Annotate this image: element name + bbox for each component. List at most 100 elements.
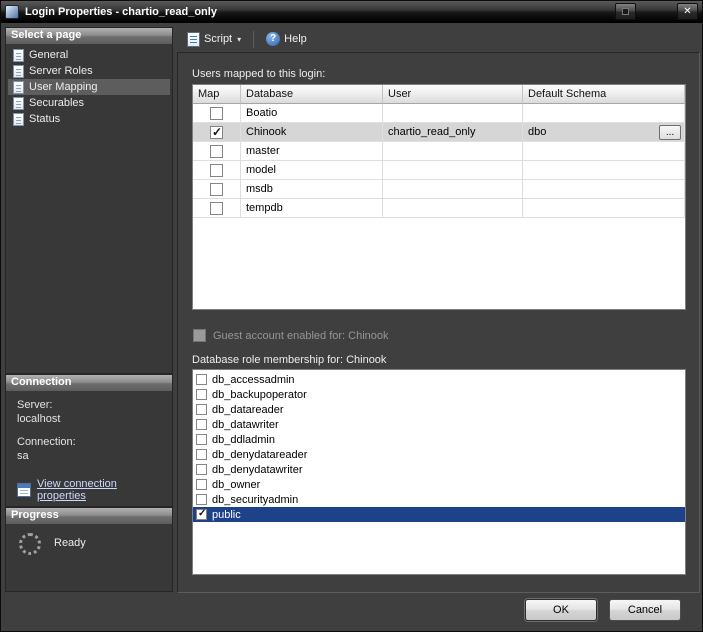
sidebar-item-label: Status xyxy=(29,113,60,125)
schema-cell xyxy=(523,142,685,160)
users-mapped-table: Map Database User Default Schema Boatio … xyxy=(192,84,686,310)
role-item-db-backupoperator[interactable]: db_backupoperator xyxy=(193,387,685,402)
schema-cell xyxy=(523,180,685,198)
table-row-msdb[interactable]: msdb xyxy=(193,180,685,199)
map-checkbox[interactable] xyxy=(210,202,223,215)
select-a-page-header: Select a page xyxy=(6,28,172,44)
close-button[interactable]: ✕ xyxy=(677,3,698,20)
user-cell[interactable]: chartio_read_only xyxy=(383,123,523,141)
toolbar-separator xyxy=(253,31,254,48)
role-checkbox[interactable] xyxy=(196,479,207,490)
role-item-db-datareader[interactable]: db_datareader xyxy=(193,402,685,417)
users-mapped-label: Users mapped to this login: xyxy=(192,68,325,80)
table-row-chinook[interactable]: Chinook chartio_read_only dbo ... xyxy=(193,123,685,142)
user-mapping-page-icon xyxy=(13,81,24,94)
column-header-default-schema: Default Schema xyxy=(523,85,685,104)
guest-account-label: Guest account enabled for: Chinook xyxy=(213,330,389,342)
role-item-public[interactable]: public xyxy=(193,507,685,522)
user-cell xyxy=(383,104,523,122)
role-label: db_denydatawriter xyxy=(212,464,303,476)
role-item-db-securityadmin[interactable]: db_securityadmin xyxy=(193,492,685,507)
database-cell: Boatio xyxy=(241,104,383,122)
role-checkbox[interactable] xyxy=(196,434,207,445)
server-label: Server: xyxy=(17,398,161,412)
securables-page-icon xyxy=(13,97,24,110)
map-checkbox[interactable] xyxy=(210,183,223,196)
role-item-db-owner[interactable]: db_owner xyxy=(193,477,685,492)
database-cell: master xyxy=(241,142,383,160)
role-item-db-denydatawriter[interactable]: db_denydatawriter xyxy=(193,462,685,477)
role-checkbox[interactable] xyxy=(196,464,207,475)
sidebar-item-server-roles[interactable]: Server Roles xyxy=(8,63,170,79)
sidebar-item-label: User Mapping xyxy=(29,81,97,93)
titlebar-button[interactable] xyxy=(615,3,636,20)
database-cell: model xyxy=(241,161,383,179)
progress-header: Progress xyxy=(6,508,172,524)
view-connection-properties-link[interactable]: View connection properties xyxy=(37,478,161,502)
role-label: public xyxy=(212,509,241,521)
role-label: db_datareader xyxy=(212,404,284,416)
table-row-tempdb[interactable]: tempdb xyxy=(193,199,685,218)
progress-panel: Progress Ready xyxy=(5,507,173,592)
role-checkbox[interactable] xyxy=(196,509,207,520)
help-button-label: Help xyxy=(284,33,307,45)
ok-button[interactable]: OK xyxy=(525,599,597,621)
progress-spinner-icon xyxy=(19,533,41,555)
schema-cell[interactable]: dbo ... xyxy=(523,123,685,141)
cancel-button[interactable]: Cancel xyxy=(609,599,681,621)
role-label: db_owner xyxy=(212,479,260,491)
role-item-db-accessadmin[interactable]: db_accessadmin xyxy=(193,372,685,387)
schema-cell xyxy=(523,199,685,217)
table-row-master[interactable]: master xyxy=(193,142,685,161)
status-page-icon xyxy=(13,113,24,126)
role-checkbox[interactable] xyxy=(196,404,207,415)
user-cell xyxy=(383,180,523,198)
chevron-down-icon[interactable]: ▾ xyxy=(237,35,241,44)
column-header-map: Map xyxy=(193,85,241,104)
sidebar-item-label: Server Roles xyxy=(29,65,93,77)
sidebar-item-general[interactable]: General xyxy=(8,47,170,63)
script-button-label: Script xyxy=(204,33,232,45)
map-checkbox[interactable] xyxy=(210,164,223,177)
role-checkbox[interactable] xyxy=(196,419,207,430)
database-cell: msdb xyxy=(241,180,383,198)
role-label: db_ddladmin xyxy=(212,434,275,446)
role-label: db_backupoperator xyxy=(212,389,307,401)
user-cell xyxy=(383,199,523,217)
map-checkbox[interactable] xyxy=(210,145,223,158)
sidebar-item-label: Securables xyxy=(29,97,84,109)
role-label: db_datawriter xyxy=(212,419,279,431)
database-cell: tempdb xyxy=(241,199,383,217)
toolbar: Script ▾ ? Help xyxy=(177,27,698,51)
role-checkbox[interactable] xyxy=(196,389,207,400)
column-header-user: User xyxy=(383,85,523,104)
sidebar-item-status[interactable]: Status xyxy=(8,111,170,127)
titlebar-button-icon xyxy=(622,8,629,15)
sidebar-item-user-mapping[interactable]: User Mapping xyxy=(8,79,170,95)
map-checkbox[interactable] xyxy=(210,107,223,120)
login-properties-window: Login Properties - chartio_read_only ✕ S… xyxy=(0,0,703,632)
select-a-page-panel: Select a page General Server Roles User … xyxy=(5,27,173,374)
guest-account-checkbox xyxy=(193,329,206,342)
role-label: db_accessadmin xyxy=(212,374,295,386)
script-icon xyxy=(187,32,200,47)
script-button[interactable]: Script ▾ xyxy=(180,29,248,50)
sidebar-item-securables[interactable]: Securables xyxy=(8,95,170,111)
titlebar[interactable]: Login Properties - chartio_read_only ✕ xyxy=(1,1,702,23)
browse-schema-button[interactable]: ... xyxy=(659,125,681,140)
role-item-db-datawriter[interactable]: db_datawriter xyxy=(193,417,685,432)
role-item-db-denydatareader[interactable]: db_denydatareader xyxy=(193,447,685,462)
role-checkbox[interactable] xyxy=(196,374,207,385)
role-label: db_denydatareader xyxy=(212,449,307,461)
role-membership-label: Database role membership for: Chinook xyxy=(192,354,386,366)
role-checkbox[interactable] xyxy=(196,494,207,505)
guest-account-row: Guest account enabled for: Chinook xyxy=(193,329,389,342)
role-checkbox[interactable] xyxy=(196,449,207,460)
window-title: Login Properties - chartio_read_only xyxy=(25,6,615,18)
table-row-boatio[interactable]: Boatio xyxy=(193,104,685,123)
map-checkbox[interactable] xyxy=(210,126,223,139)
table-row-model[interactable]: model xyxy=(193,161,685,180)
user-cell xyxy=(383,161,523,179)
role-item-db-ddladmin[interactable]: db_ddladmin xyxy=(193,432,685,447)
help-button[interactable]: ? Help xyxy=(259,29,314,49)
